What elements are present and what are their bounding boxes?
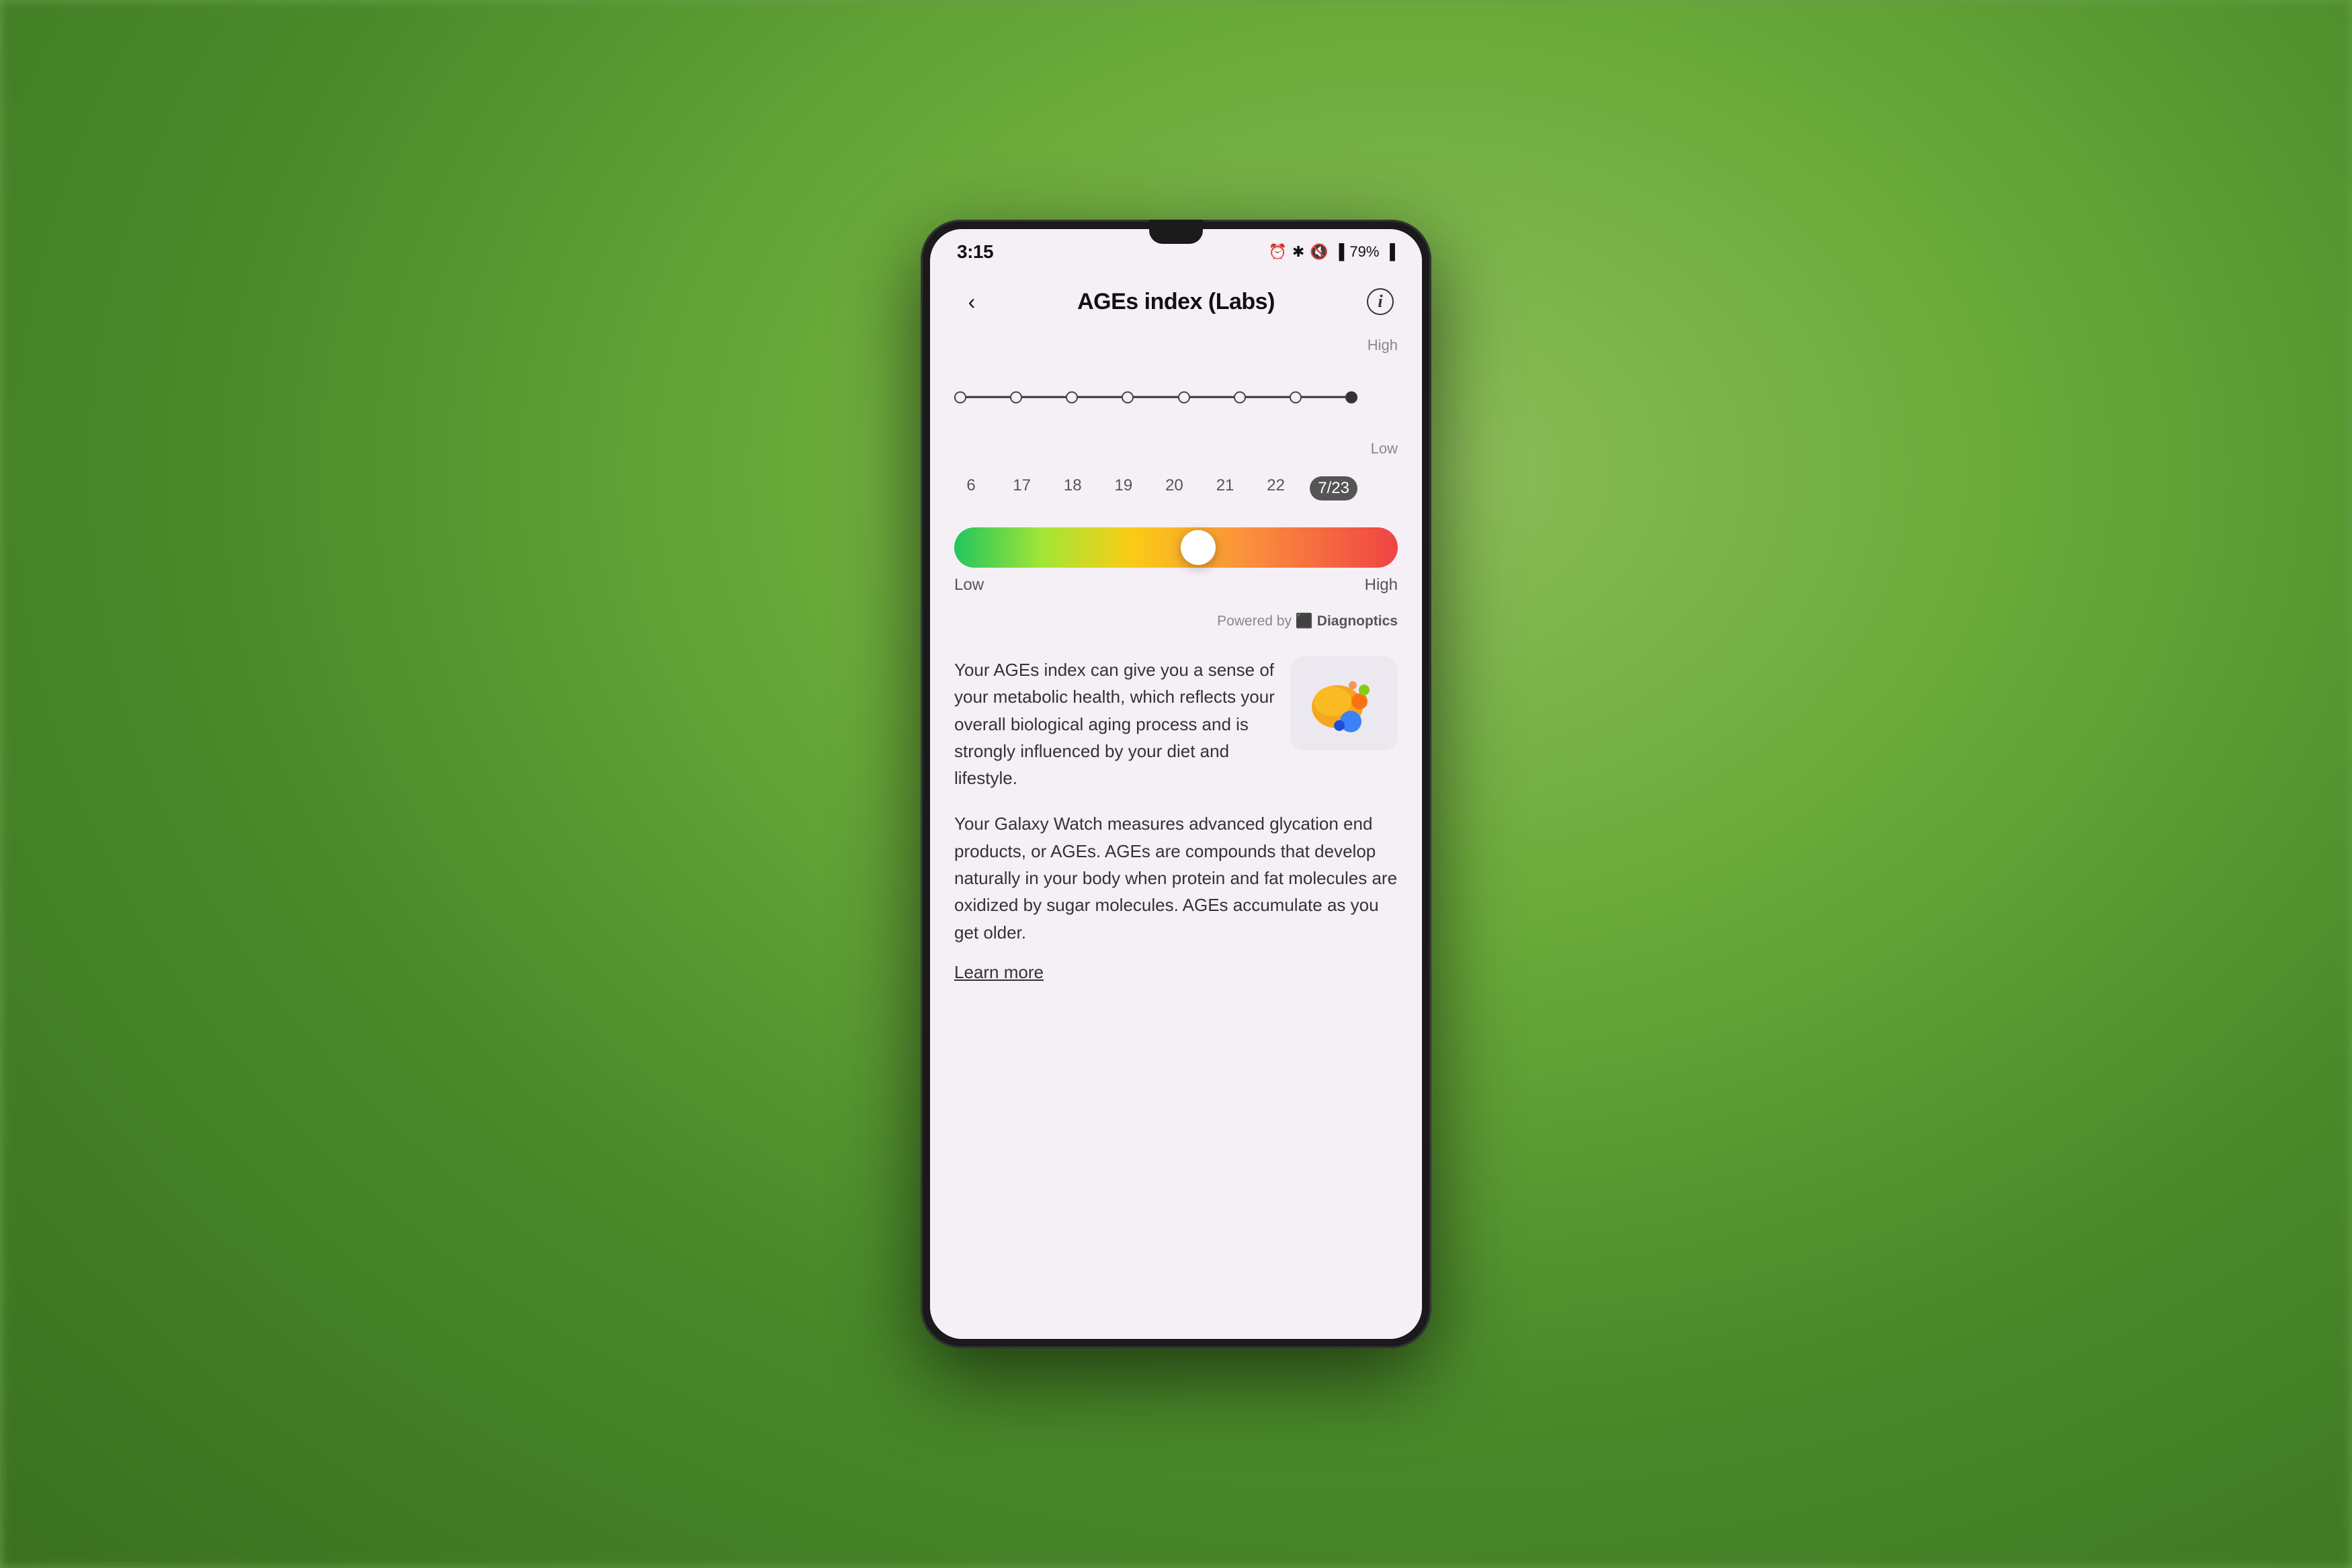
description-text-1: Your AGEs index can give you a sense of … [954, 656, 1277, 791]
alarm-icon: ⏰ [1269, 243, 1287, 261]
slider-thumb[interactable] [1181, 530, 1216, 565]
timeline-dot-1 [954, 391, 966, 403]
date-20: 20 [1157, 476, 1191, 500]
date-19: 19 [1107, 476, 1140, 500]
date-6: 6 [954, 476, 988, 500]
timeline-dot-2 [1010, 391, 1022, 403]
signal-bars-icon: ▐ [1334, 243, 1345, 261]
powered-by-prefix: Powered by [1217, 613, 1292, 629]
slider-range-labels: Low High [954, 576, 1398, 595]
description-block-1: Your AGEs index can give you a sense of … [954, 656, 1398, 791]
back-button[interactable]: ‹ [954, 284, 989, 319]
timeline-dot-7 [1290, 391, 1302, 403]
learn-more-link[interactable]: Learn more [954, 962, 1044, 982]
status-time: 3:15 [957, 241, 993, 263]
app-header: ‹ AGEs index (Labs) i [930, 268, 1422, 330]
app-content[interactable]: ‹ AGEs index (Labs) i High Low [930, 268, 1422, 1339]
mute-icon: 🔇 [1310, 243, 1328, 261]
chart-section: High Low 6 17 [930, 330, 1422, 500]
info-icon: i [1367, 288, 1394, 315]
timeline-dot-6 [1234, 391, 1246, 403]
battery-icon: ▐ [1384, 243, 1395, 261]
date-723: 7/23 [1310, 476, 1357, 500]
description-text-2: Your Galaxy Watch measures advanced glyc… [954, 810, 1398, 945]
timeline-dot-8 [1345, 391, 1357, 403]
bluetooth-icon: ✱ [1292, 243, 1304, 261]
date-labels: 6 17 18 19 20 21 22 7/23 [954, 471, 1398, 500]
molecule-illustration [1290, 656, 1398, 750]
timeline-dot-4 [1122, 391, 1134, 403]
molecule-svg [1300, 666, 1388, 740]
date-18: 18 [1056, 476, 1089, 500]
camera-notch [1149, 220, 1203, 244]
status-icons: ⏰ ✱ 🔇 ▐ 79% ▐ [1269, 243, 1395, 261]
timeline [954, 396, 1357, 398]
battery-level: 79% [1349, 243, 1379, 261]
page-title: AGEs index (Labs) [1077, 289, 1275, 315]
date-17: 17 [1005, 476, 1039, 500]
date-21: 21 [1208, 476, 1242, 500]
powered-by-brand: ⬛ Diagnoptics [1296, 613, 1398, 629]
back-icon: ‹ [968, 290, 976, 314]
description-section: Your AGEs index can give you a sense of … [930, 643, 1422, 996]
slider-low-label: Low [954, 576, 984, 595]
phone-frame: 3:15 ⏰ ✱ 🔇 ▐ 79% ▐ ‹ AGEs index (Labs) [921, 220, 1431, 1348]
slider-high-label: High [1365, 576, 1398, 595]
chart-area: High Low [954, 330, 1398, 464]
chart-labels: High Low [1368, 330, 1398, 464]
slider-section: Low High [930, 514, 1422, 608]
chart-high-label: High [1368, 337, 1398, 354]
powered-by: Powered by ⬛ Diagnoptics [930, 608, 1422, 643]
gradient-bar-wrapper[interactable] [954, 527, 1398, 568]
timeline-dot-3 [1066, 391, 1078, 403]
gradient-bar [954, 527, 1398, 568]
info-button[interactable]: i [1363, 284, 1398, 319]
timeline-dot-5 [1178, 391, 1190, 403]
date-22: 22 [1259, 476, 1293, 500]
chart-low-label: Low [1368, 440, 1398, 458]
phone-screen: 3:15 ⏰ ✱ 🔇 ▐ 79% ▐ ‹ AGEs index (Labs) [930, 229, 1422, 1339]
